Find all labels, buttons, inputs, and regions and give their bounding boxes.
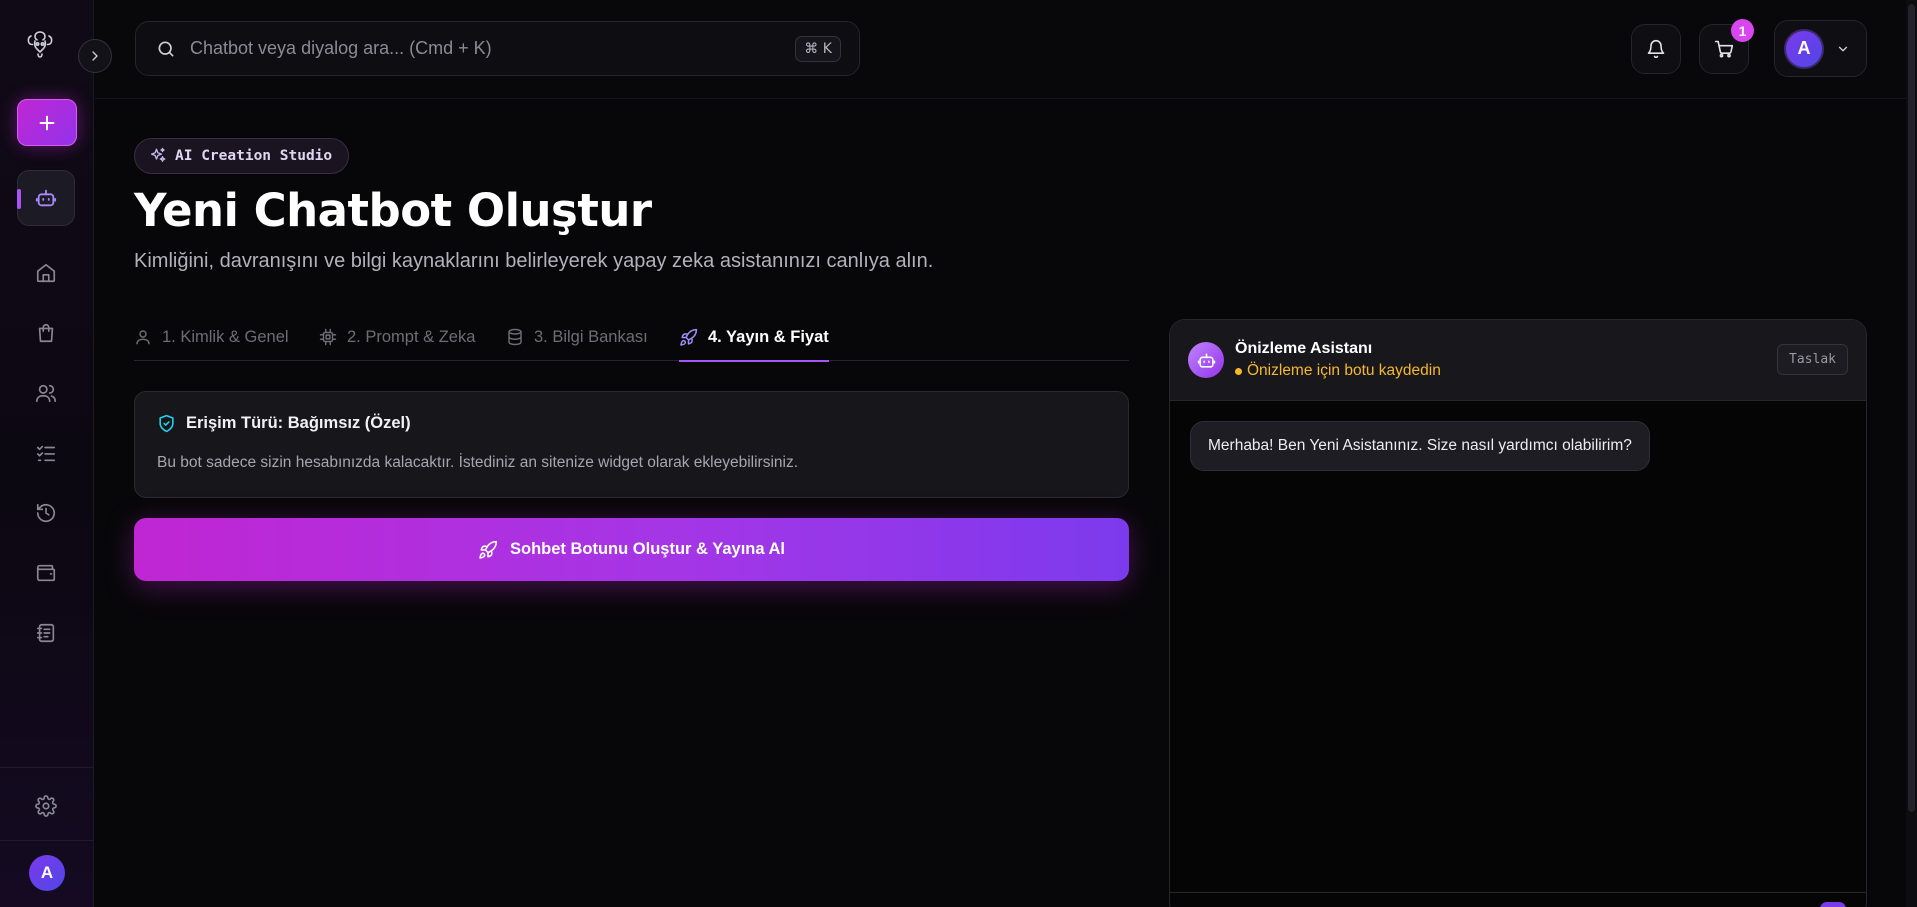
page-title: Yeni Chatbot Oluştur: [134, 184, 652, 237]
wallet-icon: [36, 564, 56, 582]
sidebar-item-notebook[interactable]: [28, 615, 64, 651]
cart-count-badge: 1: [1731, 19, 1754, 42]
tab-publish-pricing[interactable]: 4. Yayın & Fiyat: [679, 313, 829, 362]
notifications-button[interactable]: [1631, 24, 1681, 74]
badge-label: AI Creation Studio: [175, 148, 333, 164]
sidebar-item-settings[interactable]: [28, 788, 64, 824]
sidebar-collapse-button[interactable]: [78, 39, 112, 73]
cart-icon: [1714, 40, 1734, 58]
access-type-header: Erişim Türü: Bağımsız (Özel): [157, 414, 411, 433]
cpu-icon: [319, 328, 337, 346]
sidebar-user-avatar[interactable]: A: [29, 855, 65, 891]
preview-panel: Önizleme Asistanı Önizleme için botu kay…: [1169, 319, 1867, 907]
chat-input-divider: [1170, 892, 1866, 893]
shortcut-hint: ⌘ K: [795, 35, 841, 62]
wizard-tabs: 1. Kimlik & Genel 2. Prompt & Zeka 3. Bi…: [134, 313, 1129, 362]
history-icon: [36, 503, 56, 523]
access-type-description: Bu bot sadece sizin hesabınızda kalacakt…: [157, 454, 799, 471]
sidebar: A: [0, 0, 94, 907]
sidebar-item-home[interactable]: [28, 255, 64, 291]
sidebar-item-chatbots[interactable]: [17, 170, 75, 226]
gear-icon: [35, 795, 57, 817]
rocket-icon: [680, 328, 698, 346]
preview-status-text: Önizleme için botu kaydedin: [1247, 362, 1441, 379]
chevron-down-icon: [1838, 46, 1848, 51]
shield-check-icon: [159, 414, 174, 433]
profile-menu-button[interactable]: A: [1774, 20, 1867, 77]
preview-header: Önizleme Asistanı Önizleme için botu kay…: [1170, 320, 1866, 401]
chevron-right-icon: [92, 51, 98, 61]
status-dot: [1235, 367, 1242, 375]
tab-label: 2. Prompt & Zeka: [347, 327, 476, 346]
search-input[interactable]: [190, 38, 796, 59]
page-subtitle: Kimliğini, davranışını ve bilgi kaynakla…: [134, 250, 934, 272]
page-scrollbar[interactable]: [1906, 0, 1917, 907]
create-button-label: Sohbet Botunu Oluştur & Yayına Al: [509, 540, 786, 558]
sidebar-divider: [0, 767, 94, 768]
shopping-bag-icon: [38, 323, 54, 343]
preview-status: Önizleme için botu kaydedin: [1235, 362, 1441, 380]
topbar: ⌘ K 1 A: [95, 0, 1917, 99]
tab-label: 3. Bilgi Bankası: [534, 327, 648, 346]
plus-icon: [39, 115, 55, 130]
checklist-icon: [36, 445, 56, 462]
tab-identity[interactable]: 1. Kimlik & Genel: [134, 313, 289, 361]
search-bar[interactable]: ⌘ K: [135, 21, 860, 76]
bot-icon: [35, 189, 57, 207]
search-icon: [158, 41, 174, 57]
tab-prompt[interactable]: 2. Prompt & Zeka: [319, 313, 475, 361]
access-type-card: Erişim Türü: Bağımsız (Özel) Bu bot sade…: [134, 391, 1129, 498]
cart-button[interactable]: 1: [1699, 19, 1754, 74]
bot-message-bubble: Merhaba! Ben Yeni Asistanınız. Size nası…: [1190, 421, 1650, 471]
bot-icon: [1197, 352, 1215, 368]
tab-icon: [679, 328, 698, 347]
sidebar-item-tasks[interactable]: [28, 435, 64, 471]
preview-title: Önizleme Asistanı: [1235, 340, 1373, 357]
status-badge: Taslak: [1777, 344, 1848, 375]
tab-label: 4. Yayın & Fiyat: [708, 327, 829, 346]
database-icon: [508, 328, 522, 346]
send-button[interactable]: [1820, 902, 1846, 907]
avatar: A: [1784, 28, 1824, 69]
bell-icon: [1647, 39, 1665, 59]
rocket-icon: [479, 540, 498, 559]
users-icon: [36, 384, 56, 403]
sparkles-icon: [150, 147, 166, 162]
home-icon: [36, 263, 56, 283]
user-icon: [136, 330, 150, 345]
studio-badge: AI Creation Studio: [134, 138, 350, 174]
sidebar-item-wallet[interactable]: [28, 555, 64, 591]
sidebar-divider: [0, 840, 94, 841]
scrollbar-thumb[interactable]: [1908, 4, 1915, 812]
tab-label: 1. Kimlik & Genel: [162, 327, 289, 346]
sidebar-item-users[interactable]: [28, 375, 64, 411]
create-and-publish-button[interactable]: Sohbet Botunu Oluştur & Yayına Al: [134, 518, 1129, 581]
tab-knowledge-base[interactable]: 3. Bilgi Bankası: [506, 313, 648, 361]
active-indicator: [17, 189, 21, 209]
notebook-icon: [36, 623, 55, 643]
access-type-title: Erişim Türü: Bağımsız (Özel): [186, 414, 411, 432]
sidebar-item-history[interactable]: [28, 495, 64, 531]
active-tab-underline: [679, 360, 829, 362]
new-chatbot-button[interactable]: [17, 99, 77, 146]
sidebar-item-store[interactable]: [28, 315, 64, 351]
bot-avatar: [1188, 342, 1224, 378]
brand-logo-icon[interactable]: [22, 26, 58, 62]
